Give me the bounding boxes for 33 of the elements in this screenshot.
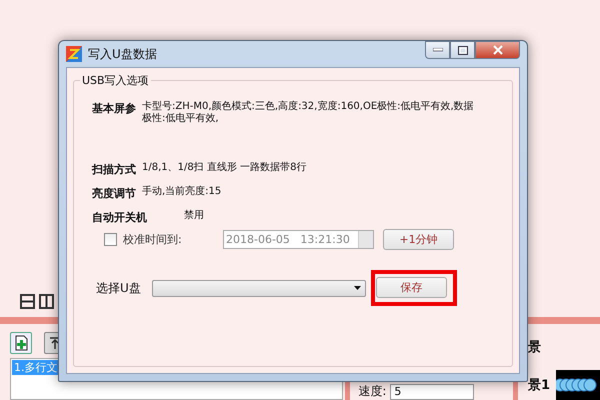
background-label: 景1 (528, 377, 550, 394)
close-button[interactable] (475, 41, 520, 59)
setting-label: 基本屏参 (92, 101, 136, 116)
speed-dropdown[interactable]: 5 (390, 384, 474, 400)
save-button[interactable]: 保存 (376, 277, 447, 298)
maximize-icon (458, 46, 468, 54)
setting-value: 卡型号:ZH-M0,颜色模式:三色,高度:32,宽度:160,OE极性:低电平有效,数据极性:低电平有效, (142, 101, 475, 125)
drive-dropdown[interactable] (152, 280, 366, 296)
datetime-field[interactable]: 2018-06-05 13:21:30 (223, 230, 374, 249)
split-columns-icon[interactable] (39, 294, 54, 310)
window-title: 写入U盘数据 (88, 46, 158, 62)
caret-icon (354, 286, 361, 290)
checkbox-label: 校准时间到: (123, 232, 183, 247)
setting-value: 禁用 (184, 210, 205, 222)
minimize-button[interactable] (425, 41, 450, 59)
app-logo-icon (66, 46, 82, 62)
setting-label: 扫描方式 (92, 162, 136, 177)
add-file-icon (13, 335, 29, 352)
setting-value: 手动,当前亮度:15 (142, 186, 222, 198)
checkbox[interactable] (104, 233, 117, 246)
close-icon (492, 45, 502, 55)
add-file-button[interactable] (10, 332, 32, 354)
split-rows-icon[interactable] (20, 294, 35, 310)
minimize-icon (432, 48, 442, 52)
speed-label: 速度: (358, 383, 386, 400)
background-label: 景 (528, 339, 541, 356)
add-minute-button[interactable]: +1分钟 (383, 229, 454, 250)
setting-label: 自动开关机 (92, 210, 148, 225)
setting-value: 1/8,1、1/8扫 直线形 一路数据带8行 (142, 162, 308, 174)
maximize-button[interactable] (450, 41, 475, 59)
group-title: USB写入选项 (80, 73, 151, 88)
setting-label: 亮度调节 (92, 186, 136, 201)
drive-label: 选择U盘 (96, 280, 142, 296)
